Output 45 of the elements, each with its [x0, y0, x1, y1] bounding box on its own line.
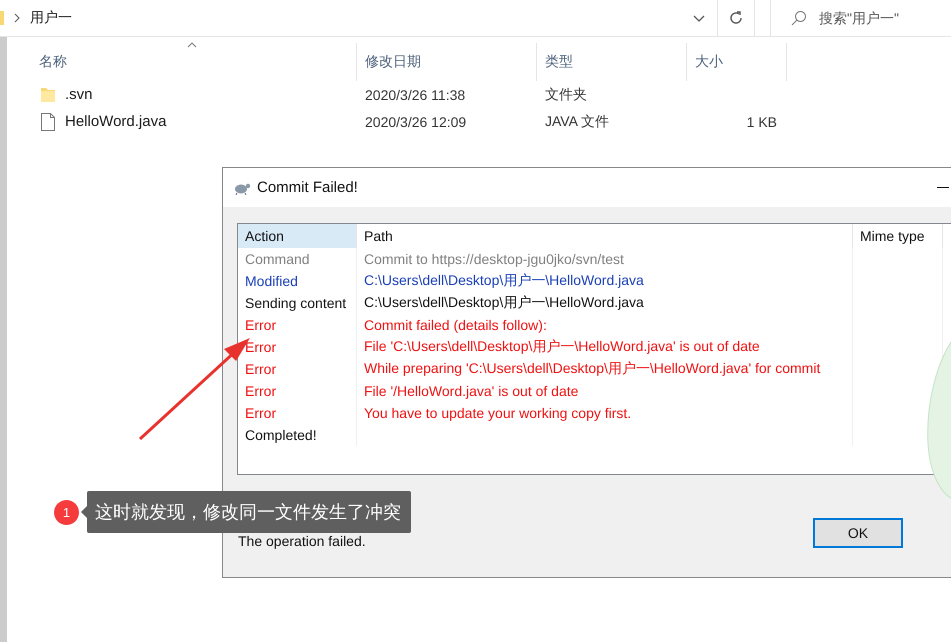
column-header[interactable]: 修改日期: [357, 43, 537, 81]
column-header[interactable]: Action: [238, 224, 357, 248]
path-cell: File 'C:\Users\dell\Desktop\用户一\HelloWord.java' is out of date: [357, 336, 853, 358]
path-cell: C:\Users\dell\Desktop\用户一\HelloWord.java: [357, 292, 853, 314]
date-modified: 2020/3/26 12:09: [364, 114, 468, 130]
action-cell: Error: [238, 314, 357, 336]
path-cell: While preparing 'C:\Users\dell\Desktop\用户一\HelloWord.java' for commit: [357, 358, 853, 380]
status-message: The operation failed.: [238, 533, 366, 549]
date-modified: 2020/3/26 11:38: [364, 86, 466, 102]
action-cell: Error: [238, 358, 357, 380]
refresh-icon[interactable]: [728, 10, 744, 26]
file-type: 文件夹: [544, 86, 588, 104]
action-cell: Completed!: [238, 424, 357, 446]
search-icon: [791, 10, 807, 26]
step-number-badge: 1: [54, 500, 79, 524]
action-cell: Sending content: [238, 292, 357, 314]
action-cell: Error: [238, 402, 357, 424]
path-cell: Commit failed (details follow):: [357, 314, 853, 336]
breadcrumb-item[interactable]: 用户一: [30, 9, 72, 27]
action-cell: Modified: [238, 270, 357, 292]
file-name[interactable]: HelloWord.java: [65, 113, 166, 130]
path-cell: C:\Users\dell\Desktop\用户一\HelloWord.java: [357, 270, 853, 292]
column-header[interactable]: 类型: [537, 43, 687, 81]
path-cell: You have to update your working copy first.: [357, 402, 853, 424]
action-cell: Command: [238, 248, 357, 270]
action-cell: Error: [238, 380, 357, 402]
file-type: JAVA 文件: [544, 112, 610, 130]
file-icon: [41, 112, 55, 130]
dropdown-icon[interactable]: [693, 14, 705, 22]
tooltip-pointer: [81, 506, 87, 518]
file-size: 1 KB: [746, 114, 777, 130]
minimize-icon[interactable]: [937, 186, 949, 188]
path-cell: File '/HelloWord.java' is out of date: [357, 380, 853, 402]
annotation-tooltip: 这时就发现，修改同一文件发生了冲突: [87, 491, 411, 533]
sort-ascending-icon: [187, 42, 197, 48]
ok-button[interactable]: OK: [813, 518, 903, 548]
folder-icon: [41, 86, 55, 102]
column-header[interactable]: 名称: [31, 43, 357, 81]
column-header[interactable]: 大小: [687, 43, 787, 81]
column-header[interactable]: Path: [357, 224, 853, 248]
path-cell: Commit to https://desktop-jgu0jko/svn/test: [357, 248, 853, 270]
file-name[interactable]: .svn: [65, 86, 93, 103]
chevron-right-icon[interactable]: [14, 13, 20, 23]
dialog-title: Commit Failed!: [257, 179, 358, 196]
column-header[interactable]: Mime type: [853, 224, 943, 248]
